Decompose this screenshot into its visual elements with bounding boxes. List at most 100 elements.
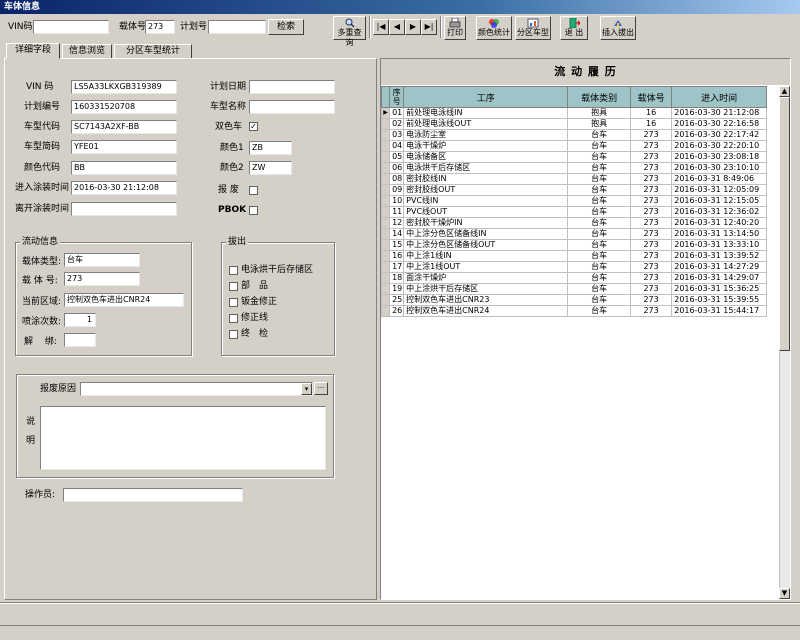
pullout-option[interactable]: 电泳烘干后存储区 <box>229 262 333 278</box>
area-field[interactable]: 控制双色车进出CNR24 <box>64 293 184 307</box>
cell-enter-time: 2016-03-30 23:08:18 <box>671 151 767 163</box>
vin-search-input[interactable] <box>33 20 109 34</box>
table-row[interactable]: 25 控制双色车进出CNR23 台车 273 2016-03-31 15:39:55 <box>381 294 767 306</box>
col-header-seq[interactable]: 序号 <box>389 86 405 108</box>
row-indicator <box>381 217 391 229</box>
nav-last-button[interactable]: ▶| <box>421 19 437 35</box>
tab-zone-model-stats[interactable]: 分区车型统计 <box>114 44 192 59</box>
enter-time-field[interactable]: 2016-03-30 21:12:08 <box>71 181 177 195</box>
table-row[interactable]: ▶ 01 前处理电泳线IN 抱具 16 2016-03-30 21:12:08 <box>381 107 767 119</box>
table-row[interactable]: 26 控制双色车进出CNR24 台车 273 2016-03-31 15:44:17 <box>381 305 767 317</box>
description-textarea[interactable] <box>40 406 326 470</box>
table-row[interactable]: 11 PVC线OUT 台车 273 2016-03-31 12:36:02 <box>381 206 767 218</box>
cell-enter-time: 2016-03-30 21:12:08 <box>671 107 767 119</box>
zone-car-button[interactable]: 分区车型 <box>515 16 551 40</box>
scrap-checkbox[interactable] <box>249 186 258 195</box>
col-header-process[interactable]: 工序 <box>403 86 569 108</box>
row-indicator <box>381 173 391 185</box>
leave-time-field[interactable] <box>71 202 177 216</box>
table-row[interactable]: 15 中上涂分色区储备线OUT 台车 273 2016-03-31 13:33:10 <box>381 239 767 251</box>
cell-carrier-type: 台车 <box>567 283 631 295</box>
ellipsis-button[interactable]: ··· <box>314 382 328 395</box>
scroll-thumb[interactable] <box>779 97 790 351</box>
model-code-field[interactable]: SC7143A2XF-BB <box>71 120 177 134</box>
cell-carrier-no: 16 <box>629 118 673 130</box>
color-code-field[interactable]: BB <box>71 161 177 175</box>
model-code-label: 车型代码 <box>24 122 61 132</box>
print-button[interactable]: 打印 <box>444 16 466 40</box>
row-indicator <box>381 239 391 251</box>
col-header-carrier-no[interactable]: 载体号 <box>629 86 673 108</box>
table-row[interactable]: 08 密封胶线IN 台车 273 2016-03-31 8:49:06 <box>381 173 767 185</box>
table-row[interactable]: 06 电泳烘干后存储区 台车 273 2016-03-30 23:10:10 <box>381 162 767 174</box>
col-header-carrier-type[interactable]: 载体类别 <box>567 86 631 108</box>
tab-details[interactable]: 详细字段 <box>6 43 60 59</box>
carrier-type-field[interactable]: 台车 <box>64 253 140 267</box>
plan-search-input[interactable] <box>208 20 266 34</box>
pullout-option[interactable]: 终 检 <box>229 326 333 342</box>
cell-seq: 15 <box>389 239 405 251</box>
scroll-down-icon[interactable]: ▼ <box>779 588 790 599</box>
unbind-field[interactable] <box>64 333 96 347</box>
cell-process: 前处理电泳线OUT <box>403 118 569 130</box>
exit-button[interactable]: 退 出 <box>560 16 588 40</box>
pullout-option[interactable]: 修正线 <box>229 310 333 326</box>
plan-no-field[interactable]: 160331520708 <box>71 100 177 114</box>
table-row[interactable]: 18 面涂干燥炉 台车 273 2016-03-31 14:29:07 <box>381 272 767 284</box>
model-short-field[interactable]: YFE01 <box>71 140 177 154</box>
print-label: 打印 <box>447 28 463 37</box>
nav-prev-button[interactable]: ◀ <box>389 19 405 35</box>
table-row[interactable]: 03 电泳防尘室 台车 273 2016-03-30 22:17:42 <box>381 129 767 141</box>
pullout-checkbox[interactable] <box>229 329 238 339</box>
multi-query-button[interactable]: 多重查询 <box>333 16 366 47</box>
pbok-checkbox[interactable] <box>249 206 258 215</box>
table-row[interactable]: 09 密封胶线OUT 台车 273 2016-03-31 12:05:09 <box>381 184 767 196</box>
cell-process: 中上涂1线IN <box>403 250 569 262</box>
col-header-enter-time[interactable]: 进入时间 <box>671 86 767 108</box>
pullout-checkbox[interactable] <box>229 297 238 307</box>
pullout-option[interactable]: 钣金修正 <box>229 294 333 310</box>
operator-field[interactable] <box>63 488 243 502</box>
insert-pull-button[interactable]: 插入拔出 <box>600 16 636 40</box>
table-row[interactable]: 12 密封胶干燥炉IN 台车 273 2016-03-31 12:40:20 <box>381 217 767 229</box>
chevron-down-icon[interactable]: ▾ <box>301 383 312 395</box>
scroll-up-icon[interactable]: ▲ <box>779 86 790 97</box>
color1-field[interactable]: ZB <box>249 141 292 155</box>
pullout-checkbox[interactable] <box>229 281 238 291</box>
tab-info-browse[interactable]: 信息浏览 <box>62 44 112 59</box>
bottom-bar <box>0 625 800 640</box>
plan-date-field[interactable] <box>249 80 335 94</box>
vin-field[interactable]: LS5A33LKXGB319389 <box>71 80 177 94</box>
two-tone-checkbox[interactable]: ✓ <box>249 122 258 131</box>
pullout-option[interactable]: 部 品 <box>229 278 333 294</box>
table-row[interactable]: 17 中上涂1线OUT 台车 273 2016-03-31 14:27:29 <box>381 261 767 273</box>
nav-first-button[interactable]: |◀ <box>373 19 389 35</box>
table-row[interactable]: 19 中上涂烘干后存储区 台车 273 2016-03-31 15:36:25 <box>381 283 767 295</box>
chart-icon <box>527 18 539 28</box>
pullout-checkbox[interactable] <box>229 313 238 323</box>
table-row[interactable]: 16 中上涂1线IN 台车 273 2016-03-31 13:39:52 <box>381 250 767 262</box>
carrier-search-input[interactable]: 273 <box>145 20 175 34</box>
pullout-checkbox[interactable] <box>229 265 238 275</box>
model-short-label: 车型简码 <box>24 142 61 152</box>
palette-icon <box>489 19 499 28</box>
cell-enter-time: 2016-03-30 22:20:10 <box>671 140 767 152</box>
color-stats-button[interactable]: 颜色统计 <box>476 16 512 40</box>
table-row[interactable]: 02 前处理电泳线OUT 抱具 16 2016-03-30 22:16:58 <box>381 118 767 130</box>
search-button[interactable]: 检索 <box>268 19 304 35</box>
scrap-reason-select[interactable] <box>80 382 313 396</box>
cell-seq: 26 <box>389 305 405 317</box>
cell-carrier-no: 273 <box>629 151 673 163</box>
table-row[interactable]: 10 PVC线IN 台车 273 2016-03-31 12:15:05 <box>381 195 767 207</box>
spray-count-field[interactable]: 1 <box>64 313 96 327</box>
vin-label: VIN码 <box>8 22 33 32</box>
table-row[interactable]: 14 中上涂分色区储备线IN 台车 273 2016-03-31 13:14:50 <box>381 228 767 240</box>
model-name-field[interactable] <box>249 100 335 114</box>
carrier-no-field[interactable]: 273 <box>64 272 140 286</box>
color2-field[interactable]: ZW <box>249 161 292 175</box>
nav-next-button[interactable]: ▶ <box>405 19 421 35</box>
cell-process: PVC线OUT <box>403 206 569 218</box>
table-row[interactable]: 05 电泳储备区 台车 273 2016-03-30 23:08:18 <box>381 151 767 163</box>
table-row[interactable]: 04 电泳干燥炉 台车 273 2016-03-30 22:20:10 <box>381 140 767 152</box>
cell-seq: 05 <box>389 151 405 163</box>
